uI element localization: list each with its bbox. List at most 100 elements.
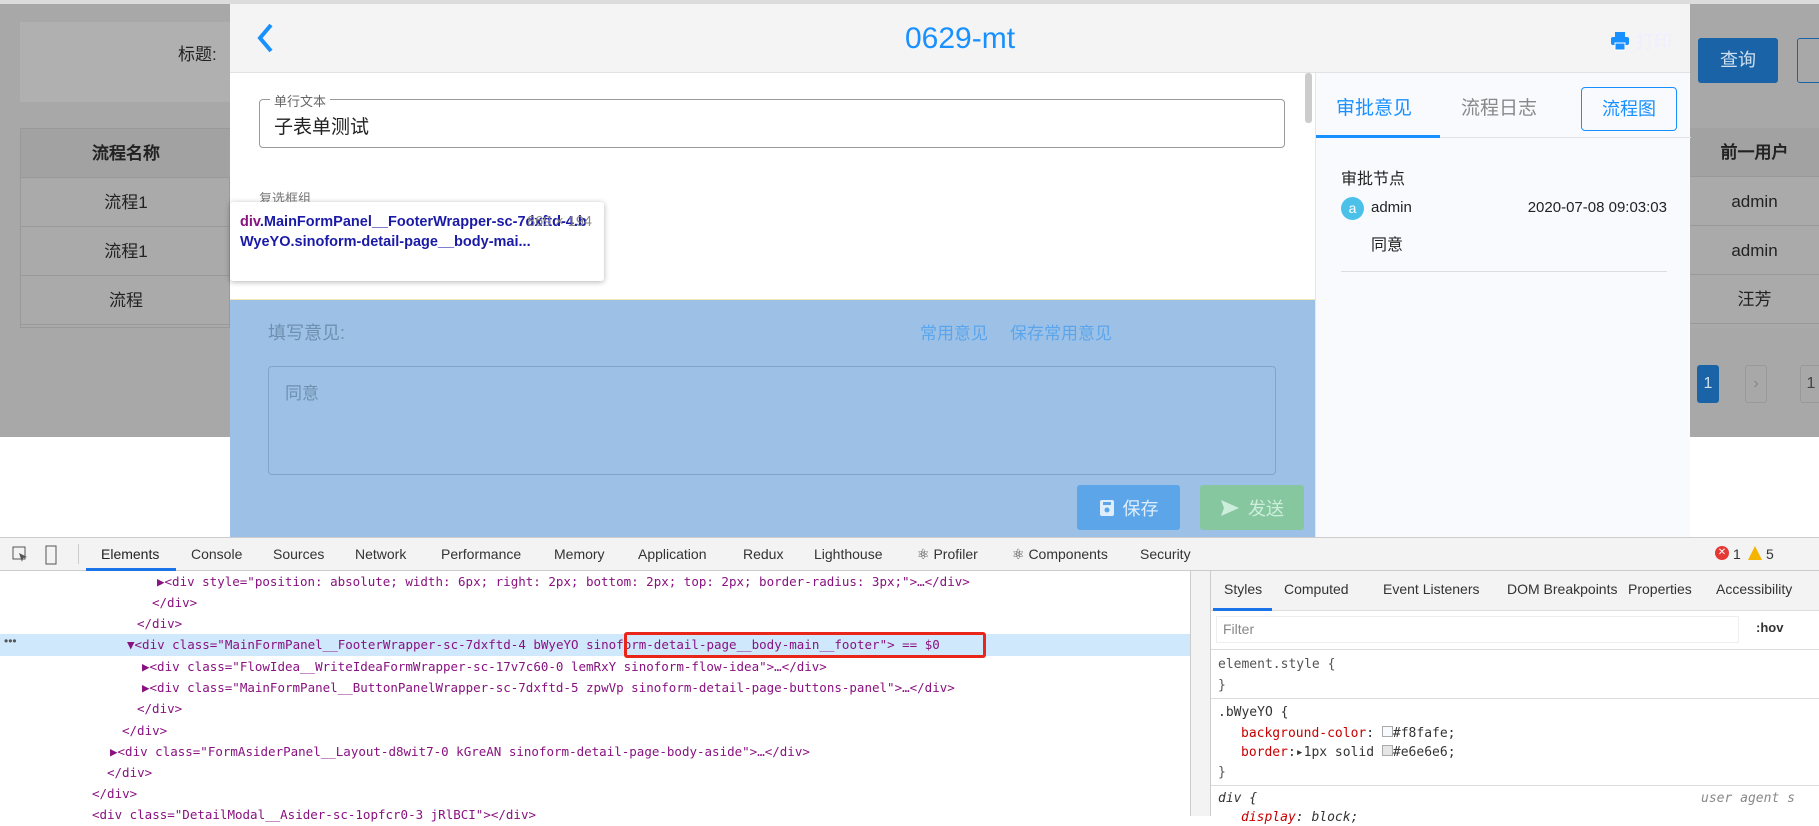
flowchart-button[interactable]: 流程图 [1581,87,1677,131]
device-toolbar-icon[interactable] [44,545,58,565]
divider [1341,271,1667,272]
tab-dom-breakpoints[interactable]: DOM Breakpoints [1507,581,1617,597]
dom-node[interactable]: </div> [0,613,1190,635]
table-cell: 汪芳 [1690,275,1819,324]
tab-elements[interactable]: Elements [101,546,159,562]
aside-panel: 审批意见 流程日志 流程图 审批节点 a admin 2020-07-08 09… [1315,73,1691,537]
print-button[interactable]: 打印 [1610,28,1672,54]
warning-icon [1748,546,1762,560]
active-tab-indicator [1213,608,1272,611]
field-value[interactable]: 子表单测试 [274,112,369,139]
approval-time: 2020-07-08 09:03:03 [1527,199,1667,216]
form-main: 单行文本 子表单测试 复选框组 填写意见: 常用意见 保存常用意见 同意 保存 … [230,73,1315,537]
idea-textarea[interactable]: 同意 [268,366,1276,475]
single-line-text-field[interactable]: 单行文本 子表单测试 [259,91,1285,148]
display-declaration: display: block; [1241,810,1359,825]
dom-node-selected[interactable]: ▼<div class="MainFormPanel__FooterWrappe… [0,634,1190,656]
color-swatch[interactable] [1381,745,1393,756]
approval-comment: 同意 [1371,237,1404,254]
tab-security[interactable]: Security [1140,546,1191,562]
table-header: 前一用户 [1690,128,1819,177]
dom-node[interactable]: </div> [0,698,1190,720]
dom-node[interactable]: </div> [0,592,1190,614]
tab-lighthouse[interactable]: Lighthouse [814,546,883,562]
error-count[interactable]: 1 [1733,546,1741,562]
print-label: 打印 [1636,32,1672,52]
save-label: 保存 [1122,498,1159,519]
page-1-button[interactable]: 1 [1697,365,1719,403]
send-button[interactable]: 发送 [1200,485,1304,530]
table-cell: admin [1690,226,1819,275]
tab-memory[interactable]: Memory [554,546,605,562]
divider [1211,785,1819,786]
warning-count[interactable]: 5 [1766,546,1774,562]
styles-sidebar: Styles Computed Event Listeners DOM Brea… [1190,571,1819,825]
dom-node[interactable]: </div> [0,720,1190,742]
table-header: 流程名称 [21,129,231,178]
inspect-element-icon[interactable] [12,546,28,564]
tab-profiler[interactable]: ⚛ Profiler [917,546,978,563]
tab-properties[interactable]: Properties [1628,581,1692,597]
tab-sources[interactable]: Sources [273,546,324,562]
next-page-button[interactable]: › [1745,365,1767,403]
devtools-panel: Elements Console Sources Network Perform… [0,537,1819,825]
divider [1211,698,1819,699]
property-name: background-color [1241,726,1367,741]
reset-button[interactable] [1797,38,1819,83]
table-row[interactable]: 流程1 [21,178,231,227]
user-column: 前一用户 admin admin 汪芳 [1690,128,1819,328]
idea-label: 填写意见: [268,323,346,343]
hov-toggle[interactable]: :hov [1756,620,1783,635]
scroll-gutter[interactable] [1191,571,1211,816]
tab-application[interactable]: Application [638,546,707,562]
dom-node[interactable]: <div class="DetailModal__Asider-sc-1opfc… [0,804,1190,826]
dom-node[interactable]: ▶<div class="MainFormPanel__ButtonPanelW… [0,677,1190,699]
modal-title: 0629-mt [904,22,1016,55]
tab-network[interactable]: Network [355,546,406,562]
dom-node[interactable]: ▶<div class="FlowIdea__WriteIdeaFormWrap… [0,656,1190,678]
element-style-rule[interactable]: element.style { [1218,657,1335,672]
dom-node[interactable]: </div> [0,762,1190,784]
title-label: 标题: [178,45,217,64]
footer-wrapper: 填写意见: 常用意见 保存常用意见 同意 保存 发送 [230,299,1315,537]
tab-flow-log[interactable]: 流程日志 [1461,93,1537,120]
common-ideas-link[interactable]: 常用意见 [920,319,988,344]
user-agent-label: user agent s [1701,791,1795,806]
approver-name: admin [1371,199,1412,216]
tab-event-listeners[interactable]: Event Listeners [1383,581,1480,597]
save-common-ideas-link[interactable]: 保存常用意见 [1010,319,1112,344]
rule-selector[interactable]: .bWyeYO { [1218,705,1288,720]
tab-console[interactable]: Console [191,546,242,562]
tab-styles[interactable]: Styles [1224,581,1262,597]
ua-rule-selector[interactable]: div { [1218,791,1257,806]
divider [1211,649,1819,650]
styles-filter-input[interactable]: Filter [1216,616,1739,643]
elements-tree: ▶<div style="position: absolute; width: … [0,571,1190,822]
tab-approval-opinions[interactable]: 审批意见 [1336,93,1412,120]
tab-components[interactable]: ⚛ Components [1012,546,1108,563]
approval-node-title: 审批节点 [1341,171,1406,188]
query-button[interactable]: 查询 [1698,38,1778,83]
table-row[interactable]: 流程 [21,276,231,325]
dom-node[interactable]: </div> [0,783,1190,805]
table-cell: admin [1690,177,1819,226]
tab-accessibility[interactable]: Accessibility [1716,581,1792,597]
save-button[interactable]: 保存 [1077,485,1180,530]
dom-node[interactable]: ▶<div style="position: absolute; width: … [0,571,1190,593]
border-declaration[interactable]: border:▸1px solid #e6e6e6; [1241,745,1456,760]
bg-declaration[interactable]: background-color: #f8fafe; [1241,726,1456,741]
divider [78,544,79,564]
tab-redux[interactable]: Redux [743,546,783,562]
process-table: 流程名称 流程1 流程1 流程 [20,128,231,328]
more-options-icon[interactable]: ••• [4,634,17,648]
table-row[interactable]: 流程1 [21,227,231,276]
tab-performance[interactable]: Performance [441,546,521,562]
property-name: display [1241,810,1296,825]
color-swatch[interactable] [1381,726,1393,737]
page-size-select[interactable]: 1 [1800,365,1819,403]
modal-header: 0629-mt 打印 [230,4,1690,73]
dom-node[interactable]: ▶<div class="FormAsiderPanel__Layout-d8w… [0,741,1190,763]
scrollbar[interactable] [1305,73,1312,123]
tab-computed[interactable]: Computed [1284,581,1349,597]
property-name: border [1241,745,1288,760]
